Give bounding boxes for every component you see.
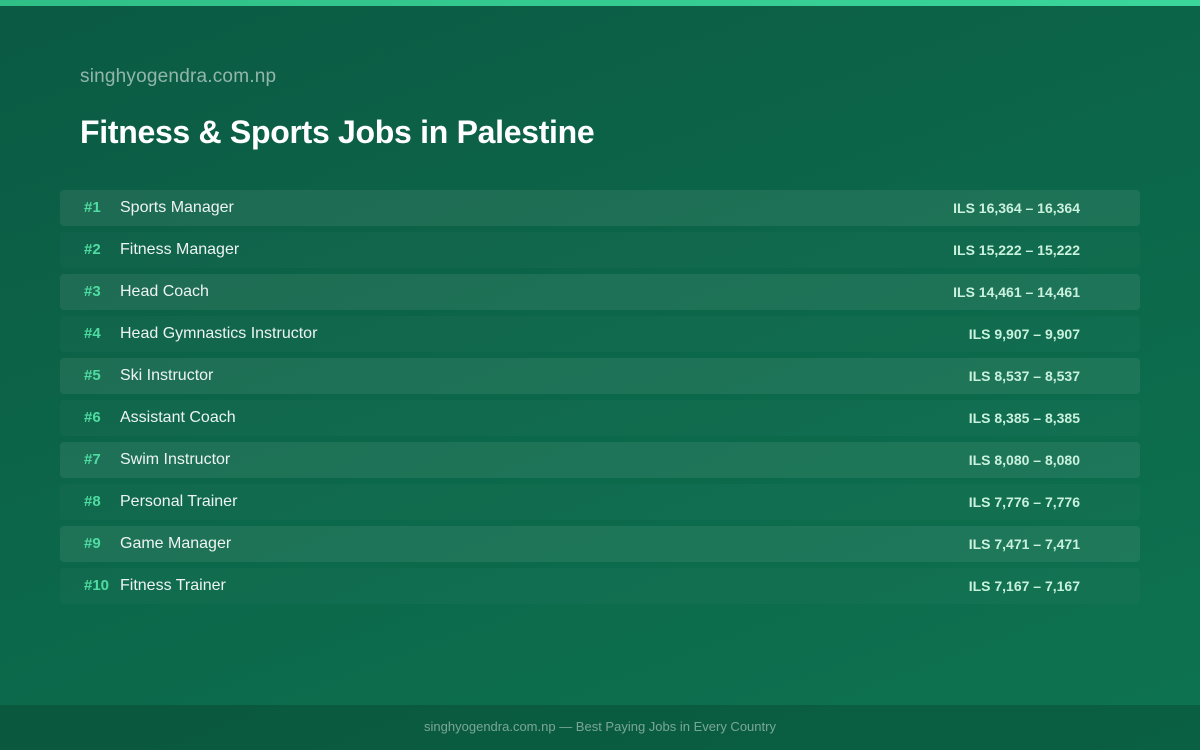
page-title: Fitness & Sports Jobs in Palestine (80, 114, 595, 150)
job-salary: ILS 8,537 – 8,537 (968, 368, 1080, 384)
job-row: #9 Game Manager ILS 7,471 – 7,471 (60, 526, 1140, 562)
job-salary: ILS 7,167 – 7,167 (968, 578, 1080, 594)
job-salary: ILS 8,385 – 8,385 (968, 410, 1080, 426)
job-row: #10 Fitness Trainer ILS 7,167 – 7,167 (60, 568, 1140, 604)
site-name: singhyogendra.com.np (80, 66, 277, 87)
job-title: Fitness Trainer (120, 577, 226, 594)
job-title: Game Manager (120, 535, 232, 552)
job-salary: ILS 8,080 – 8,080 (968, 452, 1080, 468)
job-rank: #1 (84, 199, 101, 216)
job-salary: ILS 9,907 – 9,907 (968, 326, 1080, 342)
job-rank: #8 (84, 493, 101, 510)
job-rank: #4 (84, 325, 101, 342)
job-row: #3 Head Coach ILS 14,461 – 14,461 (60, 274, 1140, 310)
footer-text: singhyogendra.com.np — Best Paying Jobs … (424, 719, 776, 734)
job-title: Personal Trainer (120, 493, 238, 510)
job-row: #6 Assistant Coach ILS 8,385 – 8,385 (60, 400, 1140, 436)
job-row: #8 Personal Trainer ILS 7,776 – 7,776 (60, 484, 1140, 520)
job-row: #5 Ski Instructor ILS 8,537 – 8,537 (60, 358, 1140, 394)
job-salary: ILS 7,471 – 7,471 (968, 536, 1080, 552)
job-row: #1 Sports Manager ILS 16,364 – 16,364 (60, 190, 1140, 226)
job-rank: #10 (84, 577, 110, 594)
job-salary: ILS 7,776 – 7,776 (968, 494, 1080, 510)
job-title: Head Gymnastics Instructor (120, 325, 318, 342)
job-title: Head Coach (120, 283, 209, 300)
job-title: Swim Instructor (120, 451, 231, 468)
job-salary: ILS 15,222 – 15,222 (953, 242, 1080, 258)
job-row: #4 Head Gymnastics Instructor ILS 9,907 … (60, 316, 1140, 352)
top-accent-bar (0, 0, 1200, 6)
job-salary: ILS 14,461 – 14,461 (953, 284, 1080, 300)
job-title: Ski Instructor (120, 367, 214, 384)
job-title: Fitness Manager (120, 241, 240, 258)
job-row: #2 Fitness Manager ILS 15,222 – 15,222 (60, 232, 1140, 268)
job-title: Sports Manager (120, 199, 234, 216)
job-salary: ILS 16,364 – 16,364 (953, 200, 1080, 216)
job-rank: #9 (84, 535, 101, 552)
job-rank: #3 (84, 283, 101, 300)
job-title: Assistant Coach (120, 409, 236, 426)
job-list: #1 Sports Manager ILS 16,364 – 16,364 #2… (60, 190, 1140, 610)
job-rank: #6 (84, 409, 101, 426)
job-rank: #5 (84, 367, 101, 384)
job-rank: #7 (84, 451, 101, 468)
job-row: #7 Swim Instructor ILS 8,080 – 8,080 (60, 442, 1140, 478)
footer: singhyogendra.com.np — Best Paying Jobs … (0, 705, 1200, 750)
job-rank: #2 (84, 241, 101, 258)
